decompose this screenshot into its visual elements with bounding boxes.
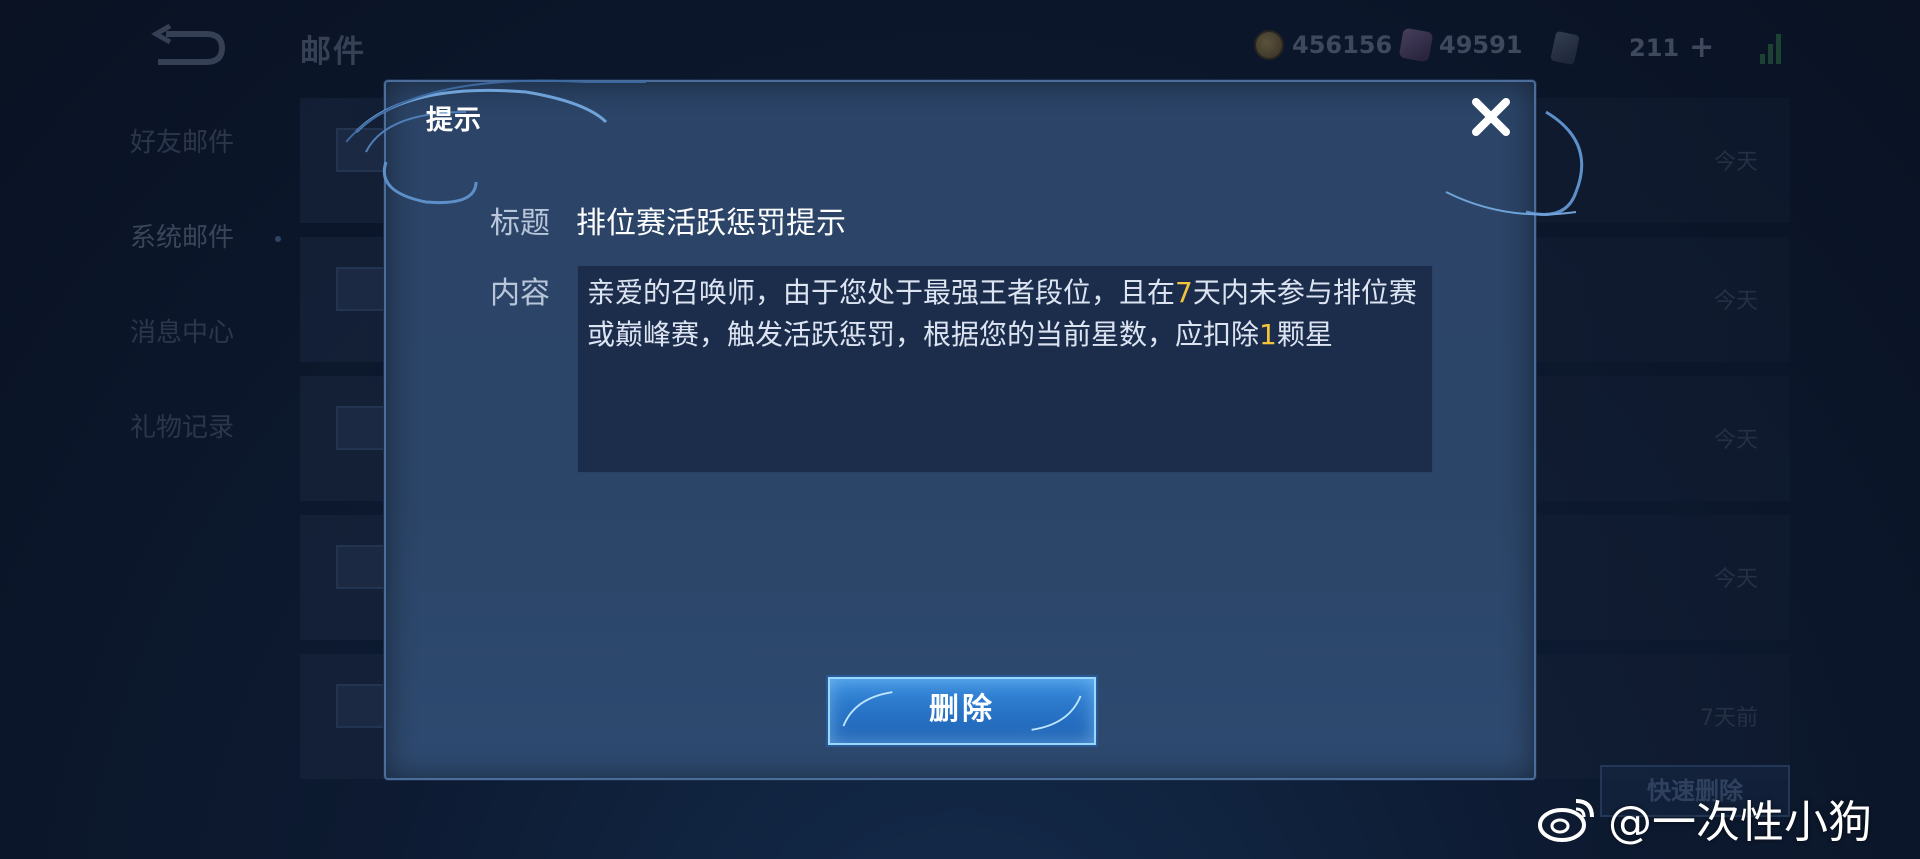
stars-highlight: 1: [1259, 318, 1277, 351]
days-highlight: 7: [1175, 276, 1193, 309]
title-label: 标题: [490, 206, 550, 241]
content-text: 颗星: [1276, 318, 1333, 351]
watermark-text: @一次性小狗: [1608, 797, 1872, 848]
delete-label: 删除: [929, 692, 995, 727]
dialog-title: 提示: [426, 105, 482, 136]
mail-content: 亲爱的召唤师，由于您处于最强王者段位，且在7天内未参与排位赛或巅峰赛，触发活跃惩…: [577, 265, 1433, 473]
weibo-logo-icon: [1538, 799, 1594, 842]
content-text: 亲爱的召唤师，由于您处于最强王者段位，且在: [587, 276, 1176, 309]
delete-button[interactable]: 删除: [828, 677, 1096, 745]
content-label: 内容: [490, 276, 550, 311]
notice-dialog: 提示 标题 排位赛活跃惩罚提示 内容 亲爱的召唤师，由于您处于最强王者段位，且在…: [346, 79, 1584, 780]
mail-subject: 排位赛活跃惩罚提示: [576, 206, 846, 241]
close-icon[interactable]: [1466, 92, 1516, 142]
watermark: @一次性小狗: [1536, 786, 1872, 850]
